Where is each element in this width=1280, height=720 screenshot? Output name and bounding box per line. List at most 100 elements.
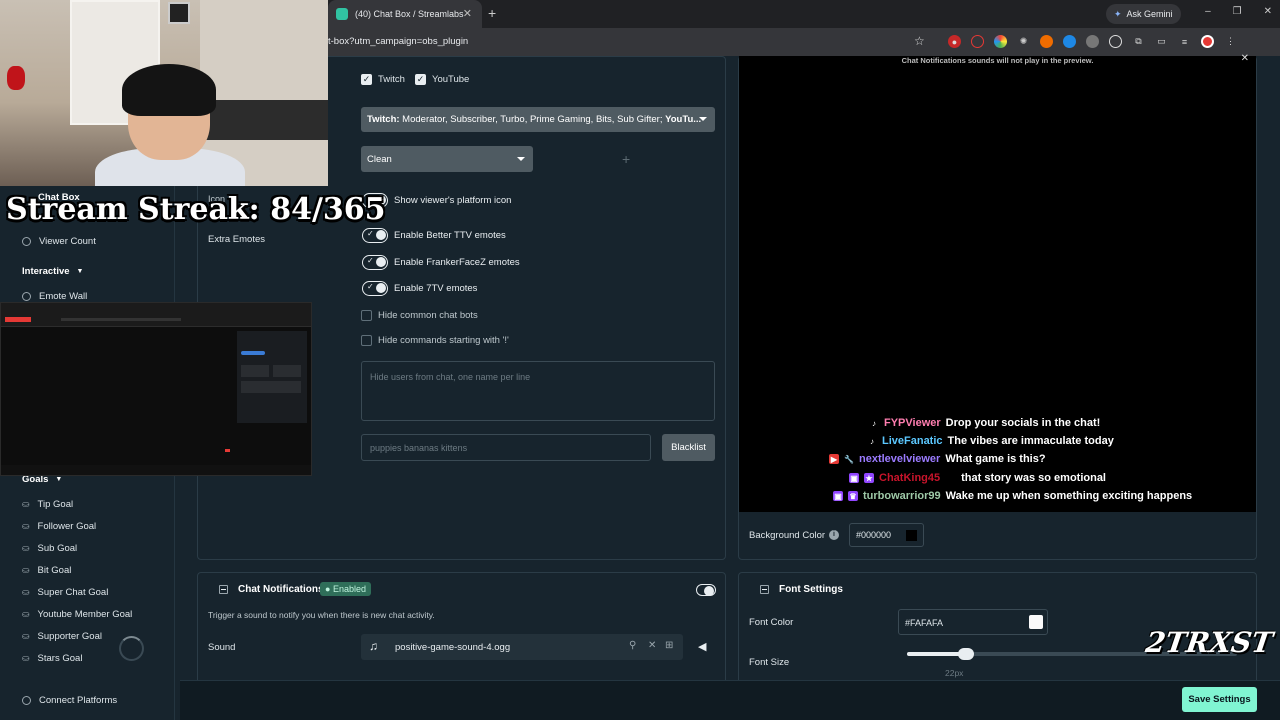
globe-extension-icon[interactable]	[1063, 35, 1076, 48]
sidebar-item-goal[interactable]: ⛀ Youtube Member Goal	[22, 609, 132, 620]
cast-icon[interactable]: ▭	[1155, 35, 1168, 48]
puzzle-icon[interactable]: ⧉	[1132, 35, 1145, 48]
tab-close-icon[interactable]: ✕	[463, 7, 472, 20]
color-value: #000000	[856, 530, 892, 540]
fox-extension-icon[interactable]	[1040, 35, 1053, 48]
speaker-icon[interactable]: ◀	[698, 640, 706, 653]
sidebar-item-connect-platforms[interactable]: Connect Platforms	[22, 695, 117, 706]
toggle-switch: ✓	[362, 255, 388, 270]
kebab-menu-icon[interactable]: ⋮	[1224, 35, 1237, 48]
goal-icon: ⛀	[22, 499, 30, 509]
color-swatch[interactable]	[906, 530, 917, 541]
clock-extension-icon[interactable]	[1109, 35, 1122, 48]
address-bar[interactable]: t-box?utm_campaign=obs_plugin ☆ ● ✺ ⧉ ▭ …	[328, 28, 1280, 56]
color-swatch[interactable]	[1029, 615, 1043, 629]
mini-button	[241, 351, 265, 355]
blacklist-button[interactable]: Blacklist	[662, 434, 715, 461]
chat-text: What game is this?	[945, 453, 1046, 465]
collapse-icon[interactable]	[760, 585, 769, 594]
grid-icon[interactable]: ⊞	[665, 640, 673, 651]
chat-message: ▣ ♛ turbowarrior99 Wake me up when somethin…	[833, 490, 1192, 502]
tiktok-icon: ♪	[869, 418, 879, 428]
sun-icon[interactable]: ✺	[1017, 35, 1030, 48]
sidebar-item-goal[interactable]: ⛀ Stars Goal	[22, 653, 82, 664]
sidebar-item-goal[interactable]: ⛀ Sub Goal	[22, 543, 77, 554]
slider-handle[interactable]	[958, 648, 975, 660]
sidebar-item-goal[interactable]: ⛀ Bit Goal	[22, 565, 71, 576]
sidebar-section-interactive[interactable]: Interactive ▼	[22, 266, 83, 277]
mini-record-indicator	[225, 449, 230, 452]
font-color-label: Font Color	[749, 617, 794, 628]
maximize-icon[interactable]: ❐	[1233, 6, 1242, 17]
hide-commands-checkbox[interactable]: Hide commands starting with '!'	[361, 335, 509, 346]
chat-text: Wake me up when something exciting happe…	[945, 490, 1193, 502]
chat-username: ChatKing45	[879, 472, 941, 484]
font-color-input[interactable]: #FAFAFA	[898, 609, 1048, 635]
select-value: Clean	[367, 153, 392, 165]
setting-toggle[interactable]: ✓ Enable Better TTV emotes	[362, 228, 506, 243]
setting-toggle[interactable]: ✓ Enable FrankerFaceZ emotes	[362, 255, 520, 270]
toggle-switch: ✓	[362, 281, 388, 296]
save-settings-button[interactable]: Save Settings	[1182, 687, 1257, 712]
font-size-value: 22px	[945, 668, 964, 678]
ask-gemini-label: Ask Gemini	[1126, 9, 1173, 19]
badges-select[interactable]: Twitch: Moderator, Subscriber, Turbo, Pr…	[361, 107, 715, 132]
close-preview-icon[interactable]: ✕	[1241, 53, 1249, 64]
sound-file-field[interactable]: ♫ positive-game-sound-4.ogg ⚲ ✕ ⊞	[361, 634, 683, 660]
youtube-platform-checkbox[interactable]: ✓ YouTube	[415, 74, 469, 85]
sidebar-section-label: Interactive	[22, 266, 70, 277]
ask-gemini-button[interactable]: ✦ Ask Gemini	[1106, 4, 1181, 24]
goal-icon: ⛀	[22, 565, 30, 575]
sidebar-item-goal[interactable]: ⛀ Tip Goal	[22, 499, 73, 510]
new-tab-icon[interactable]: +	[488, 5, 496, 21]
block-icon[interactable]	[971, 35, 984, 48]
info-icon[interactable]: i	[829, 530, 839, 540]
collapse-icon[interactable]	[219, 585, 228, 594]
goal-icon: ⛀	[22, 631, 30, 641]
color-value: #FAFAFA	[905, 618, 944, 628]
checkbox-icon	[361, 335, 372, 346]
font-size-label: Font Size	[749, 657, 790, 668]
url-text[interactable]: t-box?utm_campaign=obs_plugin	[328, 36, 468, 47]
color-wheel-icon[interactable]	[994, 35, 1007, 48]
font-settings-header[interactable]: Font Settings	[760, 584, 843, 595]
mini-side-panel	[237, 331, 307, 423]
sidebar-item-goal[interactable]: ⛀ Supporter Goal	[22, 631, 102, 642]
hide-users-textarea[interactable]: Hide users from chat, one name per line	[361, 361, 715, 421]
twitch-platform-checkbox[interactable]: ✓ Twitch	[361, 74, 405, 85]
link-icon	[22, 696, 31, 705]
toggle-switch: ✓	[362, 228, 388, 243]
window-controls: – ❐ ✕	[1205, 6, 1272, 17]
sidebar-item-goal[interactable]: ⛀ Super Chat Goal	[22, 587, 108, 598]
extension-red-icon[interactable]: ●	[948, 35, 961, 48]
wrench-icon: 🔧	[844, 454, 854, 464]
checkbox-label: Hide commands starting with '!'	[378, 335, 509, 346]
minimize-icon[interactable]: –	[1205, 6, 1211, 17]
webcam-feed	[0, 0, 328, 186]
mask-extension-icon[interactable]	[1086, 35, 1099, 48]
sidebar-item-label: Emote Wall	[39, 291, 88, 302]
close-window-icon[interactable]: ✕	[1264, 6, 1272, 17]
setting-toggle[interactable]: ✓ Enable 7TV emotes	[362, 281, 477, 296]
goal-icon: ⛀	[22, 609, 30, 619]
select-value: Moderator, Subscriber, Turbo, Prime Gami…	[399, 114, 666, 125]
bookmark-star-icon[interactable]: ☆	[914, 34, 925, 48]
blacklist-input[interactable]: puppies bananas kittens	[361, 434, 651, 461]
profile-avatar-icon[interactable]	[1201, 35, 1214, 48]
reading-list-icon[interactable]: ≡	[1178, 35, 1191, 48]
sidebar-item-viewer-count[interactable]: Viewer Count	[22, 236, 96, 247]
clear-icon[interactable]: ✕	[648, 640, 656, 651]
chat-notifications-toggle[interactable]	[696, 584, 716, 596]
background-color-input[interactable]: #000000	[849, 523, 924, 547]
goal-icon: ⛀	[22, 521, 30, 531]
checkbox-label: Twitch	[378, 74, 405, 85]
browser-tab[interactable]: (40) Chat Box / Streamlabs ✕	[328, 0, 482, 28]
theme-select[interactable]: Clean	[361, 146, 533, 172]
sidebar-item-label: Youtube Member Goal	[37, 609, 133, 620]
chat-notifications-header[interactable]: Chat Notifications ● Enabled	[219, 582, 371, 596]
sidebar-item-goal[interactable]: ⛀ Follower Goal	[22, 521, 96, 532]
link-icon[interactable]: ⚲	[629, 640, 636, 651]
tiktok-icon: ♪	[867, 436, 877, 446]
sidebar-item-emote-wall[interactable]: Emote Wall	[22, 291, 87, 302]
hide-bots-checkbox[interactable]: Hide common chat bots	[361, 310, 478, 321]
